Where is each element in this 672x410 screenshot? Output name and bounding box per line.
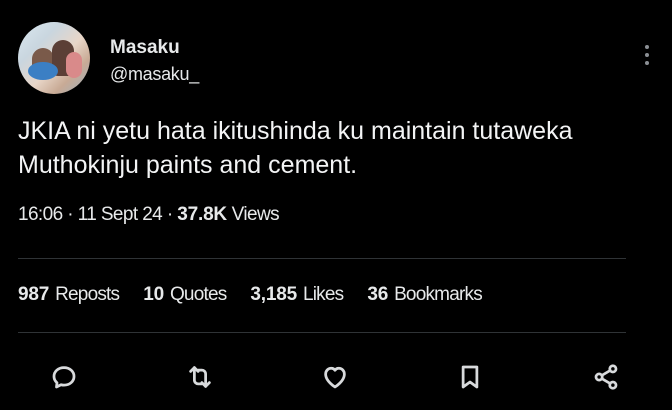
tweet-header: Masaku @masaku_ (18, 22, 658, 96)
action-bar (44, 357, 626, 397)
bookmark-icon[interactable] (450, 357, 490, 397)
quotes-label: Quotes (169, 284, 227, 305)
reposts-label: Reposts (55, 284, 120, 305)
likes-count: 3,185 (250, 284, 297, 305)
tweet-date[interactable]: 11 Sept 24 (78, 204, 163, 225)
meta-separator: · (62, 204, 78, 225)
bookmarks-label: Bookmarks (394, 284, 483, 305)
divider (18, 332, 626, 333)
reply-icon[interactable] (44, 357, 84, 397)
likes-label: Likes (302, 284, 344, 305)
tweet-meta: 16:06 · 11 Sept 24 · 37.8K Views (18, 204, 280, 226)
tweet-text-line: Muthokinju paints and cement. (18, 151, 358, 179)
author-handle[interactable]: @masaku_ (110, 64, 199, 85)
divider (18, 258, 626, 259)
tweet-text-line: JKIA ni yetu hata ikitushinda ku maintai… (18, 117, 573, 145)
heart-icon[interactable] (315, 357, 355, 397)
quotes-count: 10 (143, 284, 164, 305)
avatar[interactable] (18, 22, 90, 94)
reposts-count: 987 (18, 284, 50, 305)
tweet-time[interactable]: 16:06 (18, 204, 63, 225)
tweet-text: JKIA ni yetu hata ikitushinda ku maintai… (18, 114, 648, 182)
bookmarks-stat[interactable]: 36 Bookmarks (367, 284, 482, 306)
meta-separator: · (162, 204, 178, 225)
reposts-stat[interactable]: 987 Reposts (18, 284, 120, 306)
bookmarks-count: 36 (367, 284, 389, 305)
more-vertical-icon[interactable] (636, 40, 658, 70)
views-label: Views (231, 204, 280, 225)
quotes-stat[interactable]: 10 Quotes (143, 284, 227, 306)
share-icon[interactable] (586, 357, 626, 397)
author-name[interactable]: Masaku (110, 37, 180, 59)
repost-icon[interactable] (180, 357, 220, 397)
views-count: 37.8K (177, 204, 227, 225)
tweet-stats: 987 Reposts 10 Quotes 3,185 Likes 36 Bookmar… (18, 284, 483, 306)
likes-stat[interactable]: 3,185 Likes (250, 284, 344, 306)
